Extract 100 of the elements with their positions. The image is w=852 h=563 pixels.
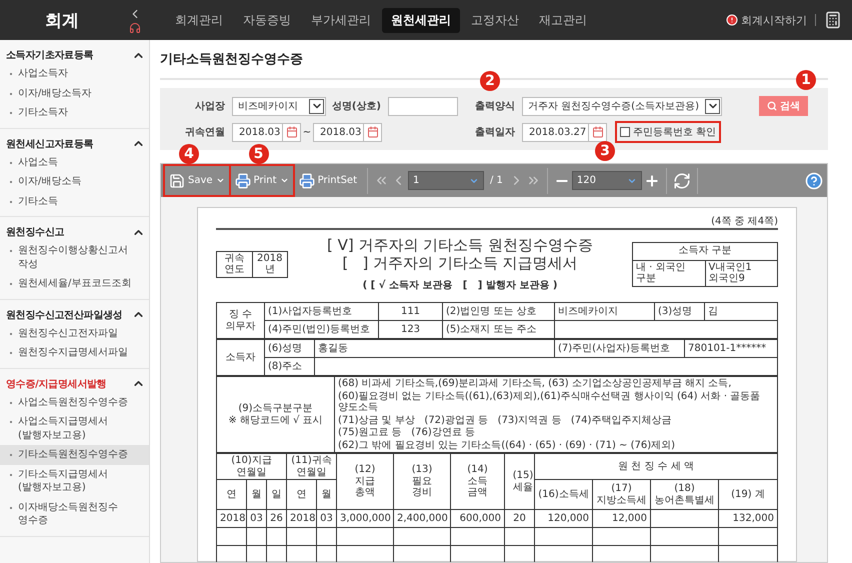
help-button[interactable] <box>805 172 823 190</box>
form-value: 비즈메카이지 <box>554 302 654 320</box>
calendar-button[interactable] <box>588 122 607 142</box>
sidebar-section-title[interactable]: 영수증/지급명세서발행 <box>6 376 106 390</box>
nav-tab[interactable]: 원천세관리 <box>382 8 460 32</box>
checkbox-label[interactable]: 주민등록번호 확인 <box>633 125 716 139</box>
sidebar-section-title[interactable]: 원천징수신고전산파일생성 <box>6 308 122 322</box>
form-label: (8)주소 <box>264 358 314 376</box>
nav-tab[interactable]: 자동증빙 <box>234 8 300 32</box>
table-cell: 03 <box>316 510 336 528</box>
page-number-field[interactable]: 1 <box>408 171 484 190</box>
sidebar-item[interactable]: 원천징수이행상황신고서 작성 <box>0 241 149 274</box>
code-legend-line: (60)필요경비 없는 기타소득((61),(63)제외),(61)주식매수선택권 행사이익 (64) 서화 · 골동품 양도소득 <box>338 390 762 414</box>
form-value: 2018 년 <box>252 251 288 277</box>
calendar-button[interactable] <box>363 122 382 142</box>
refresh-icon[interactable] <box>672 172 691 190</box>
sidebar-item[interactable]: 기타소득 <box>0 192 149 211</box>
calendar-icon <box>286 126 298 138</box>
sidebar-item[interactable]: 이자/배당소득 <box>0 172 149 192</box>
sidebar-item[interactable]: 이자배당소득원천징수 영수증 <box>0 498 149 530</box>
start-link[interactable]: 회계시작하기 <box>741 12 807 28</box>
sidebar-item[interactable]: 원천징수신고전자파일 <box>0 324 149 343</box>
table-cell: 20 <box>504 510 534 528</box>
column-header: (10)지급 연월일 <box>216 454 286 480</box>
sidebar-item[interactable]: 이자/배당소득자 <box>0 84 149 103</box>
table-cell: 600,000 <box>450 510 504 528</box>
zoom-field[interactable]: 120 <box>572 171 642 190</box>
column-header: 일 <box>266 480 286 510</box>
workplace-select[interactable]: 비즈메카이지 <box>232 96 326 116</box>
table-cell: 2018 <box>286 510 316 528</box>
form-label: (1)사업자등록번호 <box>264 302 378 320</box>
form-label: (3)성명 <box>654 302 704 320</box>
calendar-icon <box>366 126 378 138</box>
range-separator: ~ <box>302 126 312 138</box>
sidebar-item[interactable]: 사업소득원천징수영수증 <box>0 392 149 412</box>
sidebar-item[interactable]: 원천세세율/부표코드조회 <box>0 274 149 294</box>
printer-icon <box>298 172 315 188</box>
sidebar-item[interactable]: 기타소득지급명세서 (발행자보고용) <box>0 464 149 498</box>
form-title: [ ] 거주자의 기타소득 지급명세서 <box>342 254 578 272</box>
form-label: 내 · 외국인 구분 <box>632 260 705 286</box>
sidebar-item[interactable]: 사업소득지급명세서 (발행자보고용) <box>0 412 149 445</box>
column-header: (18) 농어촌특별세 <box>650 480 718 510</box>
table-cell: 3,000,000 <box>336 510 394 528</box>
sidebar-item[interactable]: 원천징수지급명세서파일 <box>0 343 149 362</box>
form-label: (7)주민(사업자)등록번호 <box>554 340 684 358</box>
caret-icon <box>216 176 225 185</box>
calculator-icon[interactable] <box>824 11 842 29</box>
form-value: 홍길동 <box>314 340 554 358</box>
table-cell: 03 <box>246 510 266 528</box>
column-header: (14) 소득 금액 <box>450 454 504 510</box>
output-format-select[interactable]: 거주자 원천징수영수증(소득자보관용) <box>522 96 722 116</box>
column-header: (11)귀속 연월일 <box>286 454 336 480</box>
form-label: 소득자 구분 <box>632 242 778 260</box>
nav-tab[interactable]: 재고관리 <box>530 8 596 32</box>
nav-tab[interactable]: 고정자산 <box>462 8 528 32</box>
headset-icon[interactable] <box>129 22 141 34</box>
page-title: 기타소득원천징수영수증 <box>160 51 303 68</box>
column-header: 연 <box>216 480 246 510</box>
form-label: 징 수 의무자 <box>216 302 264 338</box>
nav-tab[interactable]: 부가세관리 <box>302 8 380 32</box>
form-value: V내국인1 외국인9 <box>705 260 778 286</box>
page-info: (4쪽 중 제4쪽) <box>710 215 778 228</box>
column-header: (12) 지급 총액 <box>336 454 394 510</box>
checkbox[interactable] <box>620 127 630 137</box>
form-value: 111 <box>378 302 442 320</box>
sidebar-item[interactable]: 기타소득자 <box>0 103 149 122</box>
calendar-button[interactable] <box>282 122 301 142</box>
column-header: 연 <box>286 480 316 510</box>
table-cell: 132,000 <box>718 510 778 528</box>
form-value: 123 <box>378 320 442 338</box>
callout-badge: 5 <box>248 144 269 164</box>
sidebar-section-title[interactable]: 소득자기초자료등록 <box>6 48 94 62</box>
form-label: (5)소재지 또는 주소 <box>442 320 554 338</box>
form-label: (6)성명 <box>264 340 314 358</box>
date-field[interactable]: 2018.03.27 <box>522 122 588 142</box>
callout-badge: 4 <box>179 144 199 164</box>
zoom-in-icon[interactable] <box>644 172 660 188</box>
form-label: (4)주민(법인)등록번호 <box>264 320 378 338</box>
field-label: 성명(상호) <box>330 100 382 113</box>
code-legend-line: (68) 비과세 기타소득,(69)분리과세 기타소득, (63) 소기업소상공인공제부금 해지 소득, <box>338 378 732 390</box>
form-note: ※ 해당코드에 √ 표시 <box>227 415 324 426</box>
form-label: (9)소득구분구분 <box>237 402 314 414</box>
table-cell: 2,400,000 <box>394 510 450 528</box>
sidebar-item[interactable]: 사업소득자 <box>0 64 149 84</box>
field-label: 사업장 <box>194 100 226 113</box>
printer-icon <box>234 172 251 188</box>
sidebar-item[interactable]: 기타소득원천징수영수증 <box>0 445 149 464</box>
name-input[interactable] <box>388 96 458 116</box>
sidebar-section-title[interactable]: 원천세신고자료등록 <box>6 136 94 150</box>
callout-badge: 3 <box>595 141 615 161</box>
date-field[interactable]: 2018.03 <box>313 122 363 142</box>
column-header: (16)소득세 <box>534 480 592 510</box>
sidebar-item[interactable]: 사업소득 <box>0 152 149 172</box>
date-field[interactable]: 2018.03 <box>232 122 282 142</box>
nav-tab[interactable]: 회계관리 <box>166 8 232 32</box>
sidebar-section-title[interactable]: 원천징수신고 <box>6 225 64 239</box>
code-legend-line: (75)원고료 등 (76)강연료 등 <box>338 427 476 438</box>
table-cell: 12,000 <box>592 510 650 528</box>
field-label: 귀속연월 <box>184 126 226 139</box>
copy-type-line: ( [ √ 소득자 보관용 [ ] 발행자 보관용 ) <box>362 278 558 292</box>
